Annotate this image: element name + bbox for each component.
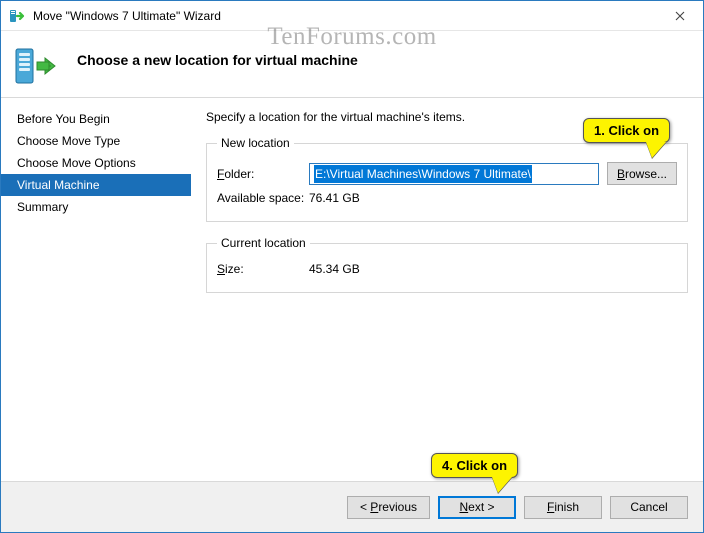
sidebar-item-before-you-begin[interactable]: Before You Begin [1, 108, 191, 130]
current-location-legend: Current location [217, 236, 310, 250]
current-location-group: Current location Size: 45.34 GB [206, 236, 688, 293]
wizard-window: Move "Windows 7 Ultimate" Wizard Choose … [0, 0, 704, 533]
callout-tail-icon [646, 142, 666, 158]
callout-1-text: 1. Click on [594, 123, 659, 138]
previous-button[interactable]: < Previous [347, 496, 430, 519]
wizard-header: Choose a new location for virtual machin… [1, 31, 703, 97]
wizard-body: Before You Begin Choose Move Type Choose… [1, 97, 703, 482]
wizard-content: Specify a location for the virtual machi… [191, 98, 703, 481]
folder-input-value: E:\Virtual Machines\Windows 7 Ultimate\ [314, 165, 532, 183]
callout-4-text: 4. Click on [442, 458, 507, 473]
page-title: Choose a new location for virtual machin… [77, 52, 358, 68]
folder-input[interactable]: E:\Virtual Machines\Windows 7 Ultimate\ [309, 163, 599, 185]
finish-button[interactable]: Finish [524, 496, 602, 519]
sidebar-item-summary[interactable]: Summary [1, 196, 191, 218]
next-button[interactable]: Next > [438, 496, 516, 519]
new-location-group: New location Folder: E:\Virtual Machines… [206, 136, 688, 222]
available-space-value: 76.41 GB [309, 191, 360, 205]
wizard-footer: < Previous Next > Finish Cancel [1, 482, 703, 532]
callout-4: 4. Click on [431, 453, 518, 478]
new-location-legend: New location [217, 136, 294, 150]
browse-button[interactable]: Browse... [607, 162, 677, 185]
sidebar-item-choose-move-options[interactable]: Choose Move Options [1, 152, 191, 174]
titlebar: Move "Windows 7 Ultimate" Wizard [1, 1, 703, 31]
wizard-steps-sidebar: Before You Begin Choose Move Type Choose… [1, 98, 191, 481]
size-value: 45.34 GB [309, 262, 360, 276]
window-title: Move "Windows 7 Ultimate" Wizard [33, 9, 221, 23]
server-move-icon [13, 44, 61, 86]
sidebar-item-virtual-machine[interactable]: Virtual Machine [1, 174, 191, 196]
available-space-label: Available space: [217, 191, 309, 205]
close-button[interactable] [657, 1, 703, 31]
cancel-button[interactable]: Cancel [610, 496, 688, 519]
folder-label: Folder: [217, 167, 309, 181]
callout-1: 1. Click on [583, 118, 670, 143]
callout-tail-icon [492, 477, 512, 493]
size-label: Size: [217, 262, 309, 276]
sidebar-item-choose-move-type[interactable]: Choose Move Type [1, 130, 191, 152]
app-icon [9, 8, 25, 24]
